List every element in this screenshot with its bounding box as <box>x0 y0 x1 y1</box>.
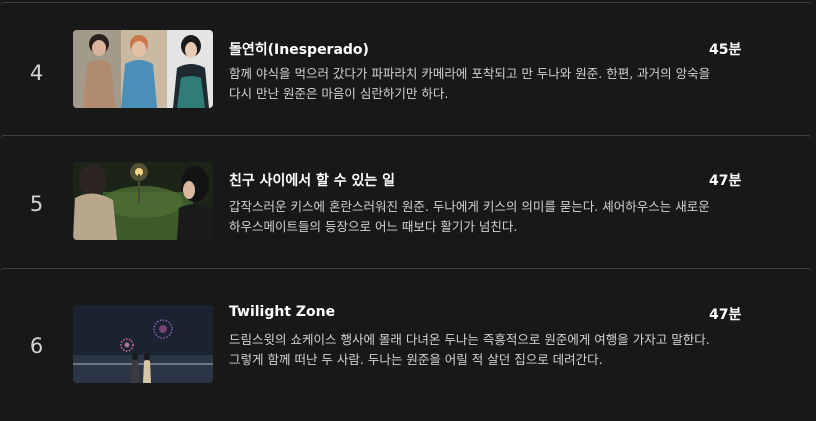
thumbnail-image <box>73 162 213 240</box>
episode-title: 돌연히(Inesperado) <box>229 42 369 58</box>
episode-item[interactable]: 6 Twilight Zone 47분 드림스윗의 쇼케이스 행사에 몰래 다녀… <box>0 268 812 401</box>
episode-list: 4 돌연히(Inesperado) 45분 함께 야식을 먹으러 갔다가 파파라… <box>0 0 816 421</box>
thumbnail-image <box>73 305 213 383</box>
episode-title: 친구 사이에서 할 수 있는 일 <box>229 173 396 189</box>
episode-item[interactable]: 4 돌연히(Inesperado) 45분 함께 야식을 먹으러 갔다가 파파라… <box>0 2 812 135</box>
episode-duration: 45분 <box>709 42 742 58</box>
episode-duration: 47분 <box>709 307 742 323</box>
episode-synopsis: 갑작스러운 키스에 혼란스러워진 원준. 두나에게 키스의 의미를 묻는다. 셰… <box>229 199 710 234</box>
episode-number: 6 <box>29 334 44 358</box>
episode-number: 4 <box>29 61 44 85</box>
episode-synopsis: 드림스윗의 쇼케이스 행사에 몰래 다녀온 두나는 즉흥적으로 원준에게 여행을… <box>229 332 710 367</box>
episode-item[interactable]: 5 친구 사이에서 할 수 있는 일 47분 갑작스러운 키스에 혼란스러워진 … <box>0 135 812 268</box>
episode-thumbnail[interactable] <box>73 162 213 240</box>
episode-thumbnail[interactable] <box>73 30 213 108</box>
episode-synopsis: 함께 야식을 먹으러 갔다가 파파라치 카메라에 포착되고 만 두나와 원준. … <box>229 66 711 101</box>
episode-duration: 47분 <box>709 173 742 189</box>
episode-number: 5 <box>29 192 44 216</box>
thumbnail-image <box>73 30 213 108</box>
episode-thumbnail[interactable] <box>73 305 213 383</box>
episode-title: Twilight Zone <box>229 304 336 320</box>
